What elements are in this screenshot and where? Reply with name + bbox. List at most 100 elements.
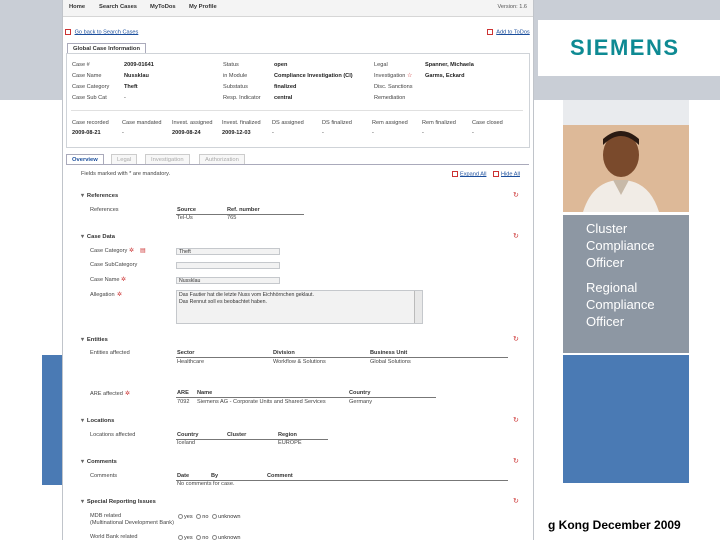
- case-name-value: Nussklau: [124, 73, 149, 79]
- section-references[interactable]: References: [81, 193, 118, 199]
- legal-label: Legal: [374, 62, 388, 68]
- locations-header-country: Country: [177, 432, 199, 438]
- person-photo: [563, 125, 689, 212]
- resp-indicator-label: Resp. Indicator: [223, 95, 261, 101]
- ref-number-cell: 765: [227, 215, 237, 221]
- timeline-value-6: -: [372, 130, 374, 136]
- section-special-reporting[interactable]: Special Reporting Issues: [81, 499, 156, 505]
- section-comments[interactable]: Comments: [81, 459, 117, 465]
- expand-all-link[interactable]: Expand All: [460, 171, 486, 177]
- refresh-icon[interactable]: ↻: [513, 497, 519, 505]
- timeline-header-6: Rem assigned: [372, 120, 408, 126]
- slide-left-accent: [42, 355, 62, 485]
- references-label: References: [90, 207, 119, 213]
- timeline-value-3: 2009-12-03: [222, 130, 251, 136]
- entities-header-business-unit: Business Unit: [370, 350, 408, 356]
- radio-unknown[interactable]: [212, 514, 218, 520]
- allegation-textarea[interactable]: Das Fautier hat die letzte Nuss vom Eich…: [176, 290, 423, 324]
- nav-search-cases[interactable]: Search Cases: [99, 4, 137, 10]
- refresh-icon[interactable]: ↻: [513, 335, 519, 343]
- investigation-value: Garms, Eckard: [425, 73, 465, 79]
- radio-yes[interactable]: [178, 514, 183, 520]
- are-code-cell: 7092: [177, 399, 190, 405]
- case-no-label: Case #: [72, 62, 90, 68]
- help-icon[interactable]: ✲: [117, 291, 122, 298]
- add-to-todos-link[interactable]: Add to ToDos: [496, 29, 529, 35]
- case-category-field-label: Case Category: [90, 248, 128, 254]
- hide-icon: [493, 171, 499, 177]
- are-name-cell: Siemens AG - Corporate Units and Shared …: [197, 399, 326, 405]
- radio-no[interactable]: [196, 514, 202, 520]
- allegation-line-1: Das Fautier hat die letzte Nuss vom Eich…: [179, 292, 314, 298]
- case-category-input[interactable]: Theft: [176, 248, 280, 255]
- case-name-label: Case Name: [72, 73, 102, 79]
- back-link-row: Go back to Search Cases: [65, 29, 138, 35]
- role-cluster-compliance-officer: Cluster Compliance Officer: [586, 221, 655, 270]
- help-icon[interactable]: ✲: [125, 390, 130, 397]
- timeline-value-7: -: [422, 130, 424, 136]
- tab-underline: [66, 164, 529, 165]
- entities-division-cell: Workflow & Solutions: [273, 359, 326, 365]
- hide-all-control: Hide All: [493, 171, 520, 177]
- case-category-label: Case Category: [72, 84, 110, 90]
- refresh-icon[interactable]: ↻: [513, 191, 519, 199]
- investigation-label: Investigation: [374, 73, 406, 79]
- case-subcategory-input[interactable]: [176, 262, 280, 269]
- locations-header-cluster: Cluster: [227, 432, 247, 438]
- timeline-value-4: -: [272, 130, 274, 136]
- lookup-icon[interactable]: ▤: [140, 247, 146, 254]
- timeline-header-7: Rem finalized: [422, 120, 456, 126]
- case-name-field-label: Case Name: [90, 277, 120, 283]
- nav-my-profile[interactable]: My Profile: [189, 4, 217, 10]
- textarea-scrollbar[interactable]: [414, 291, 422, 323]
- version-label: Version: 1.6: [497, 4, 527, 10]
- are-header-name: Name: [197, 390, 213, 396]
- timeline-header-0: Case recorded: [72, 120, 109, 126]
- radio-no[interactable]: [196, 535, 202, 540]
- timeline-value-2: 2009-08-24: [172, 130, 201, 136]
- locations-country-cell: Iceland: [177, 440, 196, 446]
- radio-unknown[interactable]: [212, 535, 218, 540]
- section-locations[interactable]: Locations: [81, 418, 114, 424]
- radio-yes[interactable]: [178, 535, 183, 540]
- case-subcat-value: -: [124, 95, 126, 101]
- refresh-icon[interactable]: ↻: [513, 232, 519, 240]
- radio-unknown-label: unknown: [218, 514, 241, 520]
- refresh-icon[interactable]: ↻: [513, 416, 519, 424]
- timeline-value-0: 2009-08-21: [72, 130, 101, 136]
- in-module-value: Compliance Investigation (CI): [274, 73, 353, 79]
- radio-unknown-label: unknown: [218, 535, 241, 540]
- entities-affected-label: Entities affected: [90, 350, 130, 356]
- entities-bu-cell: Global Solutions: [370, 359, 411, 365]
- back-to-search-link[interactable]: Go back to Search Cases: [75, 29, 139, 35]
- comments-header-by: By: [211, 473, 219, 479]
- nav-mytodos[interactable]: MyToDos: [150, 4, 176, 10]
- remediation-label: Remediation: [374, 95, 406, 101]
- status-label: Status: [223, 62, 239, 68]
- comments-header-date: Date: [177, 473, 190, 479]
- section-case-data[interactable]: Case Data: [81, 234, 115, 240]
- section-entities[interactable]: Entities: [81, 337, 108, 343]
- substatus-label: Substatus: [223, 84, 248, 90]
- help-icon[interactable]: ✲: [129, 247, 134, 254]
- case-name-input[interactable]: Nussklau: [176, 277, 280, 284]
- world-bank-label: World Bank related: [90, 534, 138, 540]
- help-icon[interactable]: ✲: [121, 276, 126, 283]
- star-icon: ☆: [407, 73, 413, 79]
- global-case-panel: Case # 2009-01641 Case Name Nussklau Cas…: [66, 53, 530, 148]
- timeline-header-3: Invest. finalized: [222, 120, 261, 126]
- entities-sector-cell: Healthcare: [177, 359, 205, 365]
- hide-all-link[interactable]: Hide All: [501, 171, 520, 177]
- table-rule: [176, 397, 436, 398]
- siemens-logo: SIEMENS: [570, 35, 680, 60]
- divider: [71, 110, 523, 111]
- entities-header-sector: Sector: [177, 350, 195, 356]
- nav-home[interactable]: Home: [69, 4, 85, 10]
- allegation-line-2: Das Rennut soll es beobachtet haben.: [179, 299, 267, 305]
- case-management-app: Home Search Cases MyToDos My Profile Ver…: [62, 0, 534, 540]
- comments-header-comment: Comment: [267, 473, 293, 479]
- refresh-icon[interactable]: ↻: [513, 457, 519, 465]
- are-header-country: Country: [349, 390, 371, 396]
- footer-event-text: g Kong December 2009: [548, 518, 681, 532]
- timeline-value-8: -: [472, 130, 474, 136]
